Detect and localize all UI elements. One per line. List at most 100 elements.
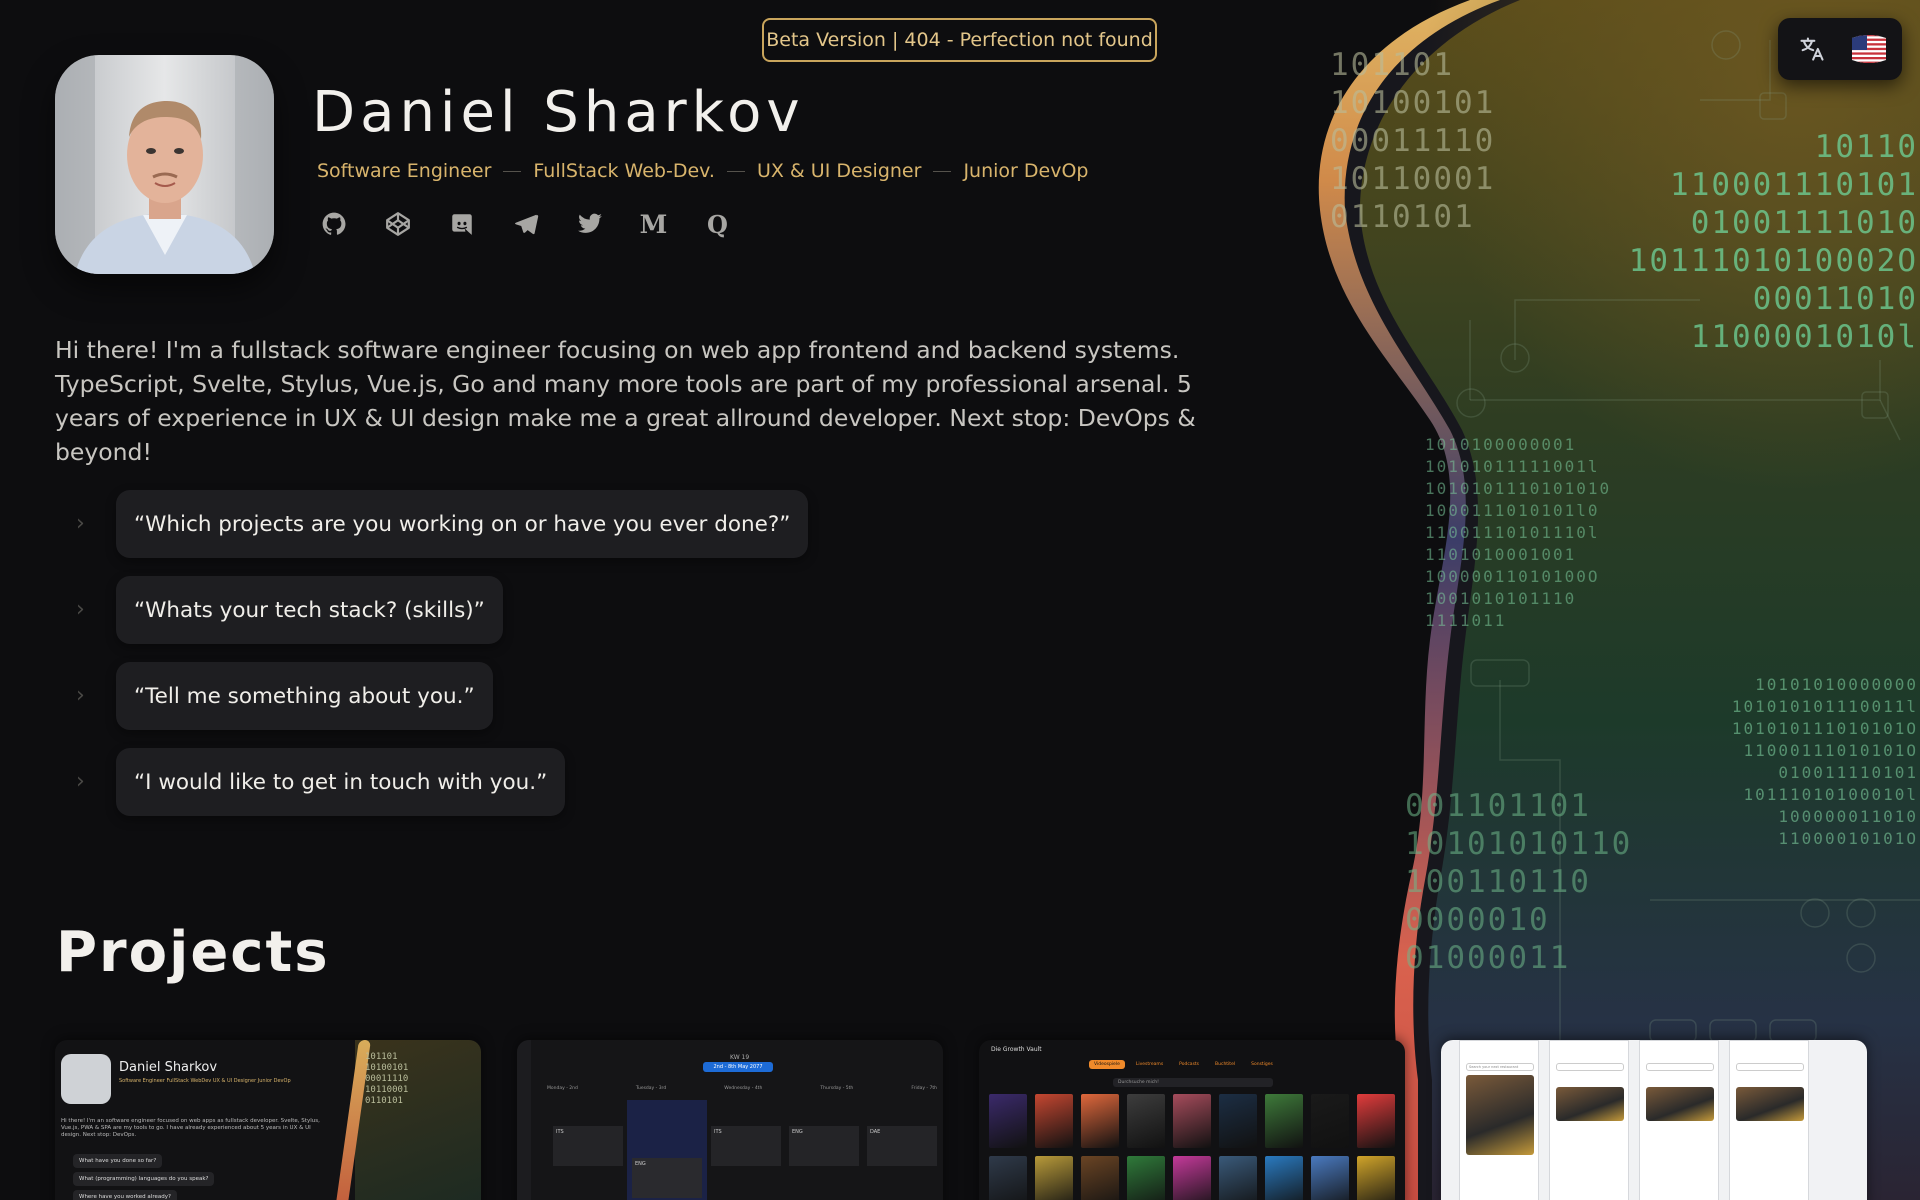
- binary-line: 00011010: [1752, 281, 1918, 317]
- binary-line: 11001110101110l: [1425, 523, 1600, 542]
- mini-tab: Videospiele: [1089, 1060, 1125, 1069]
- social-links: M Q: [316, 209, 735, 239]
- role-list: Software Engineer FullStack Web-Dev. UX …: [317, 160, 1088, 182]
- mini-cover-tile: [1081, 1094, 1119, 1148]
- project-card-calendar[interactable]: KW 19 2nd - 8th May 2077 Monday - 2nd Tue…: [517, 1040, 943, 1200]
- mini-cover-tile: [989, 1094, 1027, 1148]
- profile-photo: [55, 55, 274, 274]
- question-item[interactable]: › “Whats your tech stack? (skills)”: [76, 576, 503, 644]
- mini-cover-tile: [1311, 1094, 1349, 1148]
- binary-line: 10111010100010l: [1743, 785, 1918, 804]
- mini-restaurant-photo: [1466, 1075, 1534, 1155]
- mini-cover-tile: [989, 1156, 1027, 1200]
- question-contact-button[interactable]: “I would like to get in touch with you.”: [116, 748, 566, 816]
- mini-day-header: Friday - 7th: [911, 1086, 937, 1091]
- binary-line: 1101010001001: [1425, 545, 1577, 564]
- chevron-right-icon: ›: [76, 683, 85, 708]
- mini-cover-tile: [1173, 1094, 1211, 1148]
- binary-line: 101010111010101O: [1731, 719, 1918, 738]
- mini-tab: Sonstiges: [1251, 1062, 1273, 1067]
- role-separator: [503, 170, 522, 172]
- mini-phone-screen: [1729, 1040, 1809, 1200]
- language-switcher[interactable]: [1778, 18, 1902, 80]
- question-item[interactable]: › “Tell me something about you.”: [76, 662, 493, 730]
- us-flag-icon[interactable]: [1850, 34, 1888, 64]
- mini-date-range: 2nd - 8th May 2077: [703, 1062, 773, 1072]
- mini-intro: Hi there! I'm an software engineer focus…: [61, 1118, 320, 1138]
- mini-question: Where have you worked already?: [73, 1190, 177, 1200]
- codepen-icon[interactable]: [380, 209, 415, 239]
- binary-line: 00011110: [1330, 123, 1496, 159]
- mini-cover-tile: [1035, 1094, 1073, 1148]
- twitter-icon[interactable]: [572, 209, 607, 239]
- binary-line: 100110110: [1405, 864, 1591, 900]
- binary-line: 001101101: [1405, 788, 1591, 824]
- question-item[interactable]: › “I would like to get in touch with you…: [76, 748, 566, 816]
- mini-search: [1646, 1063, 1714, 1071]
- beta-badge: Beta Version | 404 - Perfection not foun…: [762, 18, 1157, 62]
- mini-tab: Podcasts: [1179, 1062, 1200, 1067]
- github-icon[interactable]: [316, 209, 351, 239]
- mini-search: [1736, 1063, 1804, 1071]
- mini-day-header: Tuesday - 3rd: [635, 1086, 667, 1091]
- intro-text: Hi there! I'm a fullstack software engin…: [55, 336, 1196, 466]
- question-about-you-button[interactable]: “Tell me something about you.”: [116, 662, 493, 730]
- binary-line: 1010101110101010: [1425, 479, 1612, 498]
- mini-restaurant-photo: [1556, 1087, 1624, 1121]
- project-card-growth-vault[interactable]: Die Growth Vault Videospiele Livestreams P…: [979, 1040, 1405, 1200]
- role-software-engineer: Software Engineer: [317, 160, 492, 182]
- mini-cover-tile: [1173, 1156, 1211, 1200]
- avatar: [55, 55, 274, 274]
- binary-line: 101101: [1330, 47, 1454, 83]
- mini-event: ITS: [711, 1126, 781, 1166]
- profile-name: Daniel Sharkov: [312, 80, 805, 145]
- mini-event: DAE: [867, 1126, 937, 1166]
- binary-line: 10110001: [1330, 161, 1496, 197]
- binary-line: 100000011010: [1778, 807, 1918, 826]
- binary-line: 10101011111001l: [1425, 457, 1600, 476]
- binary-line: 10100101: [1330, 85, 1496, 121]
- q-icon[interactable]: Q: [700, 209, 735, 239]
- binary-line: 11000010101O: [1778, 829, 1918, 848]
- binary-line: 10101010110: [1405, 826, 1633, 862]
- mini-cover-tile: [1127, 1156, 1165, 1200]
- project-card-portfolio[interactable]: Daniel Sharkov Software Engineer FullSta…: [55, 1040, 481, 1200]
- mini-day-header: Wednesday - 4th: [724, 1086, 763, 1091]
- binary-line: 1000111010101l0: [1425, 501, 1600, 520]
- role-separator: [726, 170, 745, 172]
- binary-decor-1: 101101 10100101 00011110 10110001 0110101: [1330, 46, 1495, 236]
- chevron-right-icon: ›: [76, 597, 85, 622]
- projects-heading: Projects: [56, 920, 330, 985]
- mini-phone-screen: [1549, 1040, 1629, 1200]
- mini-cover-tile: [1219, 1094, 1257, 1148]
- role-separator: [933, 170, 952, 172]
- binary-decor-4: 10101010000000 101010101110011l 1010101110…: [1720, 674, 1918, 850]
- discord-icon[interactable]: [444, 209, 479, 239]
- binary-line: 101010101110011l: [1731, 697, 1918, 716]
- mini-cover-tile: [1265, 1094, 1303, 1148]
- translate-icon[interactable]: [1798, 34, 1828, 64]
- medium-icon[interactable]: M: [636, 209, 671, 239]
- chevron-right-icon: ›: [76, 511, 85, 536]
- mini-phone-screen: Search your next restaurant: [1459, 1040, 1539, 1200]
- telegram-icon[interactable]: [508, 209, 543, 239]
- binary-line: 10110: [1814, 129, 1918, 165]
- mini-day-header: Thursday - 5th: [820, 1086, 854, 1091]
- binary-decor-5: 001101101 10101010110 100110110 0000010 0100…: [1405, 787, 1632, 977]
- mini-event: ITS: [553, 1126, 623, 1166]
- mini-day-header: Monday - 2nd: [547, 1086, 578, 1091]
- question-item[interactable]: › “Which projects are you working on or …: [76, 490, 809, 558]
- project-card-restaurant[interactable]: Search your next restaurant: [1441, 1040, 1867, 1200]
- binary-decor-2: 10110 110001110101 01001111010 101110101000…: [1600, 128, 1918, 356]
- mini-cover-tile: [1081, 1156, 1119, 1200]
- mini-tab: Livestreams: [1135, 1062, 1164, 1067]
- binary-line: 11000111010101O: [1743, 741, 1918, 760]
- mini-question: What (programming) languages do you spea…: [73, 1172, 215, 1186]
- binary-line: 10000011010100O: [1425, 567, 1600, 586]
- mini-search: Search your next restaurant: [1466, 1063, 1534, 1071]
- role-junior-devop: Junior DevOp: [963, 160, 1089, 182]
- mini-cover-tile: [1219, 1156, 1257, 1200]
- question-tech-stack-button[interactable]: “Whats your tech stack? (skills)”: [116, 576, 503, 644]
- role-ux-ui-designer: UX & UI Designer: [756, 160, 922, 182]
- question-projects-button[interactable]: “Which projects are you working on or ha…: [116, 490, 809, 558]
